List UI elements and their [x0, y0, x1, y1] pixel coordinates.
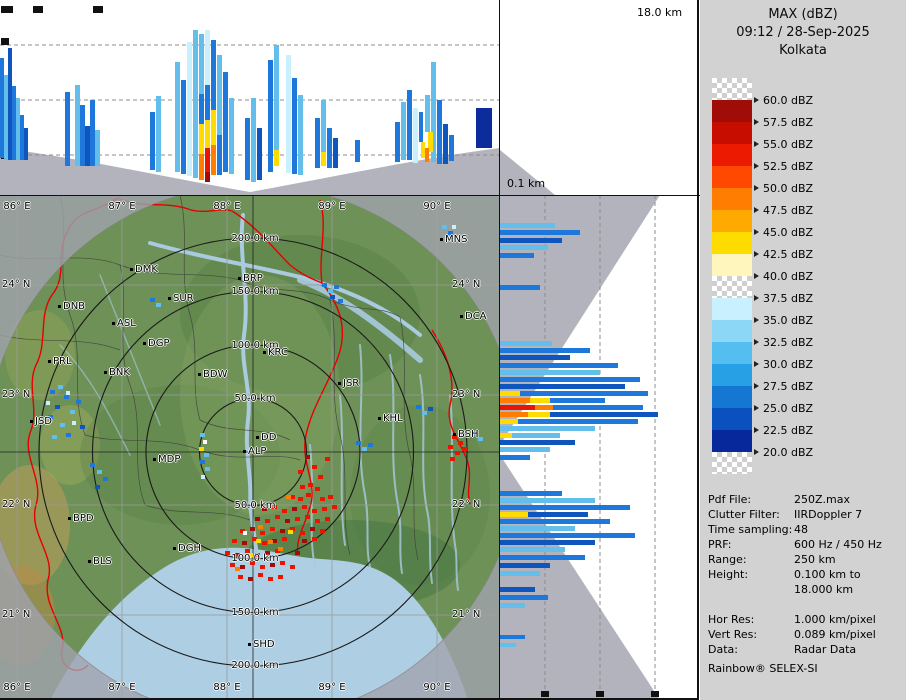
product-title: MAX (dBZ)	[768, 7, 838, 22]
scale-block	[712, 408, 752, 430]
scale-label: 30.0 dBZ	[754, 357, 813, 371]
scale-block	[712, 166, 752, 188]
scale-label: 47.5 dBZ	[754, 203, 813, 217]
scale-block	[712, 122, 752, 144]
scale-block	[712, 100, 752, 122]
product-timestamp: 09:12 / 28-Sep-2025	[736, 25, 870, 40]
scale-tick-arrow	[754, 185, 759, 191]
info-row	[708, 597, 902, 612]
scale-label: 22.5 dBZ	[754, 423, 813, 437]
scale-label: 35.0 dBZ	[754, 313, 813, 327]
scale-block	[712, 232, 752, 254]
scale-tick-arrow	[754, 427, 759, 433]
info-row: Range: 250 km	[708, 553, 836, 566]
scale-label: 32.5 dBZ	[754, 335, 813, 349]
scale-block	[712, 276, 752, 298]
scale-label: 60.0 dBZ	[754, 93, 813, 107]
scale-tick-arrow	[754, 317, 759, 323]
info-row: Height: 0.100 km to	[708, 568, 861, 581]
scale-tick-arrow	[754, 449, 759, 455]
scale-block	[712, 430, 752, 452]
info-row: Data: Radar Data	[708, 643, 857, 656]
scale-block	[712, 78, 752, 100]
scale-tick-arrow	[754, 361, 759, 367]
scale-label: 27.5 dBZ	[754, 379, 813, 393]
scale-tick-arrow	[754, 229, 759, 235]
scale-block	[712, 254, 752, 276]
panel-divider-vertical	[499, 0, 500, 700]
scale-label: 52.5 dBZ	[754, 159, 813, 173]
scale-block	[712, 386, 752, 408]
scale-tick-arrow	[754, 97, 759, 103]
legend-header: MAX (dBZ) 09:12 / 28-Sep-2025 Kolkata	[700, 0, 906, 60]
scale-block	[712, 188, 752, 210]
scale-block	[712, 342, 752, 364]
scale-tick-arrow	[754, 405, 759, 411]
max-height-label: 18.0 km	[637, 6, 683, 19]
scale-block	[712, 452, 752, 474]
info-row: Clutter Filter: IIRDoppler 7	[708, 508, 863, 521]
scale-label: 45.0 dBZ	[754, 225, 813, 239]
info-row: Vert Res: 0.089 km/pixel	[708, 628, 876, 641]
radar-map-svg	[0, 184, 521, 700]
scale-tick-arrow	[754, 273, 759, 279]
legend-panel: MAX (dBZ) 09:12 / 28-Sep-2025 Kolkata 60…	[700, 0, 906, 700]
product-info-table: Pdf File: 250Z.max Clutter Filter: IIRDoppl…	[708, 492, 902, 657]
station-name: Kolkata	[779, 43, 827, 58]
scale-tick-arrow	[754, 163, 759, 169]
side-cross-section-svg	[500, 195, 700, 700]
scale-label: 25.0 dBZ	[754, 401, 813, 415]
scale-label: 42.5 dBZ	[754, 247, 813, 261]
scale-label: 40.0 dBZ	[754, 269, 813, 283]
radar-display: 18.0 km 0.1 km 86° E 86° E 87° E 87° E 8…	[0, 0, 906, 700]
scale-block	[712, 210, 752, 232]
scale-block	[712, 298, 752, 320]
scale-tick-arrow	[754, 141, 759, 147]
scale-label: 55.0 dBZ	[754, 137, 813, 151]
info-row: Pdf File: 250Z.max	[708, 493, 850, 506]
dbz-colorbar	[712, 78, 752, 474]
height-axis-corner: 18.0 km 0.1 km	[500, 0, 700, 195]
info-row: Time sampling: 48	[708, 523, 808, 536]
scale-tick-arrow	[754, 207, 759, 213]
software-name: Rainbow® SELEX-SI	[708, 662, 818, 675]
panel-divider-horizontal	[0, 195, 700, 196]
min-height-label: 0.1 km	[507, 177, 546, 190]
cross-section-side-panel	[500, 195, 700, 700]
scale-block	[712, 144, 752, 166]
scale-tick-arrow	[754, 119, 759, 125]
scale-block	[712, 320, 752, 342]
top-cross-section-svg	[0, 0, 500, 195]
cross-section-top-panel	[0, 0, 500, 195]
corner-svg	[500, 150, 555, 195]
radar-map-panel: 86° E 86° E 87° E 87° E 88° E 88° E 89° E 89° E…	[0, 184, 521, 700]
scale-tick-arrow	[754, 383, 759, 389]
scale-label: 37.5 dBZ	[754, 291, 813, 305]
scale-tick-arrow	[754, 339, 759, 345]
info-row: Hor Res: 1.000 km/pixel	[708, 613, 876, 626]
legend-divider-vertical	[697, 0, 699, 700]
scale-tick-arrow	[754, 295, 759, 301]
scale-tick-arrow	[754, 251, 759, 257]
scale-label: 20.0 dBZ	[754, 445, 813, 459]
scale-label: 57.5 dBZ	[754, 115, 813, 129]
info-row: 18.000 km	[794, 583, 854, 596]
info-row: PRF: 600 Hz / 450 Hz	[708, 538, 882, 551]
scale-block	[712, 364, 752, 386]
scale-label: 50.0 dBZ	[754, 181, 813, 195]
